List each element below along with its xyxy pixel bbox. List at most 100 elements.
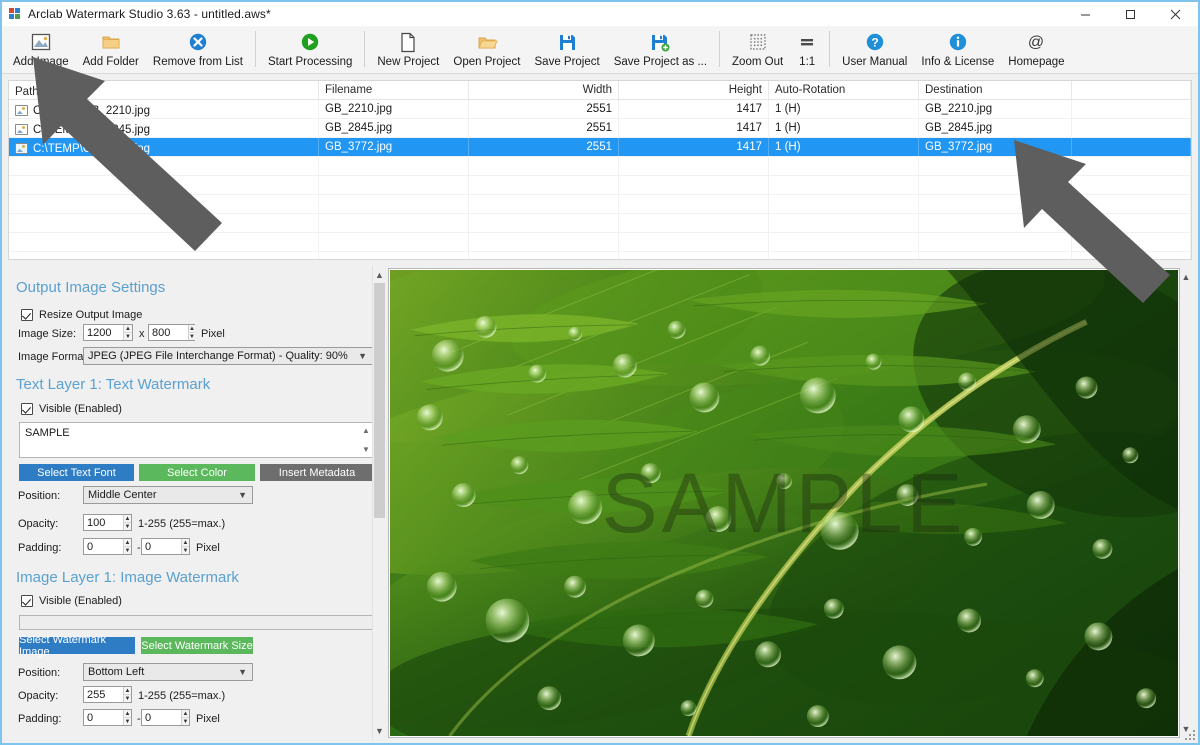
text-opacity-hint: 1-255 (255=max.) [138,518,226,530]
text-layer-visible-checkbox[interactable]: Visible (Enabled) [21,403,122,415]
image-height-stepper[interactable]: ▲▼ [148,324,195,341]
add-folder-icon [100,30,122,54]
minimize-icon[interactable] [1063,2,1108,26]
floppy-disk-plus-icon [649,30,671,54]
image-file-icon [15,105,28,116]
maximize-icon[interactable] [1108,2,1153,26]
resize-output-image-checkbox[interactable]: Resize Output Image [21,309,142,321]
image-opacity-input[interactable] [84,687,123,702]
stepper-arrows[interactable]: ▲ ▼ [123,515,131,530]
select-watermark-size-button[interactable]: Select Watermark Size [141,637,253,654]
settings-scrollbar[interactable]: ▲ ▼ [372,266,386,740]
resize-grip[interactable] [1183,728,1195,740]
text-opacity-input[interactable] [84,515,123,530]
image-padding-label: Padding: [18,713,62,725]
column-header-filler [1072,81,1191,99]
table-row-empty[interactable] [9,176,1191,195]
toolbar-button-user-manual[interactable]: ? User Manual [835,26,914,73]
floppy-disk-icon [557,30,577,54]
select-watermark-image-button[interactable]: Select Watermark Image [19,634,135,658]
toolbar-button-remove-from-list[interactable]: Remove from List [146,26,250,73]
column-header-filename[interactable]: Filename [319,81,469,99]
text-position-select[interactable]: Middle Center ▼ [83,486,253,504]
scroll-up-icon[interactable]: ▲ [362,426,370,435]
toolbar-button-add-folder[interactable]: Add Folder [76,26,146,73]
output-settings-panel: Output Image Settings Resize Output Imag… [8,266,386,740]
toolbar-button-start-processing[interactable]: Start Processing [261,26,359,73]
toolbar-button-new-project[interactable]: New Project [370,26,446,73]
watermark-image-path-input[interactable] [19,615,374,630]
stepper-arrows[interactable]: ▲ ▼ [123,687,131,702]
scroll-up-icon[interactable]: ▲ [373,268,386,282]
table-row[interactable]: C:\TEMP\GB_2210.jpg GB_2210.jpg 2551 141… [9,100,1191,119]
image-width-stepper[interactable]: ▲▼ [83,324,133,341]
select-color-button[interactable]: Select Color [139,464,255,481]
play-circle-icon [300,30,320,54]
scroll-down-icon[interactable]: ▼ [373,724,386,738]
preview-frame[interactable]: SAMPLE [388,268,1180,738]
textarea-scrollbar[interactable]: ▲ ▼ [360,424,372,456]
toolbar-separator [255,31,256,67]
image-padding-x-input[interactable] [84,710,123,725]
stepper-arrows[interactable]: ▲ ▼ [123,539,131,554]
column-header-width[interactable]: Width [469,81,619,99]
table-row-empty[interactable] [9,252,1191,259]
cell-path-text: C:\TEMP\GB_3772.jpg [33,142,150,155]
stepper-arrows[interactable]: ▲ ▼ [181,710,189,725]
toolbar-button-info-license[interactable]: Info & License [914,26,1001,73]
close-icon[interactable] [1153,2,1198,26]
scroll-up-icon[interactable]: ▲ [1180,270,1192,284]
table-row[interactable]: C:\TEMP\GB_2845.jpg GB_2845.jpg 2551 141… [9,119,1191,138]
scrollbar-thumb[interactable] [374,283,385,518]
toolbar-button-save-project[interactable]: Save Project [528,26,607,73]
toolbar-button-open-project[interactable]: Open Project [446,26,527,73]
column-header-autorotation[interactable]: Auto-Rotation [769,81,919,99]
toolbar-label: Add Image [13,56,69,68]
table-row-empty[interactable] [9,195,1191,214]
table-row-selected[interactable]: C:\TEMP\GB_3772.jpg GB_3772.jpg 2551 141… [9,138,1191,157]
toolbar-button-zoom-out[interactable]: Zoom Out [725,26,790,73]
table-row-empty[interactable] [9,233,1191,252]
cell-destination: GB_2845.jpg [919,119,1072,137]
image-padding-y-stepper[interactable]: ▲▼ [141,709,190,726]
image-padding-y-input[interactable] [142,710,181,725]
column-header-height[interactable]: Height [619,81,769,99]
text-padding-x-stepper[interactable]: ▲▼ [83,538,132,555]
toolbar-button-actual-size[interactable]: 1:1 [790,26,824,73]
file-list-table[interactable]: Path Filename Width Height Auto-Rotation… [8,80,1192,260]
image-layer-visible-checkbox[interactable]: Visible (Enabled) [21,595,122,607]
toolbar-button-homepage[interactable]: @ Homepage [1001,26,1071,73]
image-height-input[interactable] [149,325,188,340]
image-width-input[interactable] [84,325,123,340]
image-size-unit: Pixel [201,328,225,340]
stepper-arrows[interactable]: ▲ ▼ [181,539,189,554]
column-header-destination[interactable]: Destination [919,81,1072,99]
column-header-path[interactable]: Path [9,81,319,99]
image-opacity-stepper[interactable]: ▲▼ [83,686,132,703]
image-padding-x-stepper[interactable]: ▲▼ [83,709,132,726]
text-padding-y-input[interactable] [142,539,181,554]
stepper-arrows[interactable]: ▲ ▼ [123,325,132,340]
toolbar-button-save-project-as[interactable]: Save Project as ... [607,26,714,73]
image-format-select[interactable]: JPEG (JPEG File Interchange Format) - Qu… [83,347,373,365]
toolbar-button-add-image[interactable]: Add Image [6,26,76,73]
table-row-empty[interactable] [9,214,1191,233]
main-toolbar: Add Image Add Folder Remove from List St… [2,26,1198,74]
preview-vertical-scrollbar[interactable]: ▲ ▼ [1180,268,1192,738]
text-opacity-stepper[interactable]: ▲▼ [83,514,132,531]
watermark-text-input[interactable]: SAMPLE ▲ ▼ [19,422,374,458]
toolbar-label: New Project [377,56,440,68]
cell-width: 2551 [469,138,619,156]
table-row-empty[interactable] [9,157,1191,176]
text-padding-x-input[interactable] [84,539,123,554]
text-padding-y-stepper[interactable]: ▲▼ [141,538,190,555]
insert-metadata-button[interactable]: Insert Metadata [260,464,374,481]
image-format-label: Image Format: [18,351,90,363]
stepper-arrows[interactable]: ▲ ▼ [188,325,195,340]
scroll-down-icon[interactable]: ▼ [362,445,370,454]
stepper-arrows[interactable]: ▲ ▼ [123,710,131,725]
zoom-out-icon [748,30,768,54]
select-text-font-button[interactable]: Select Text Font [19,464,134,481]
title-bar: Arclab Watermark Studio 3.63 - untitled.… [2,2,1198,27]
image-position-select[interactable]: Bottom Left ▼ [83,663,253,681]
